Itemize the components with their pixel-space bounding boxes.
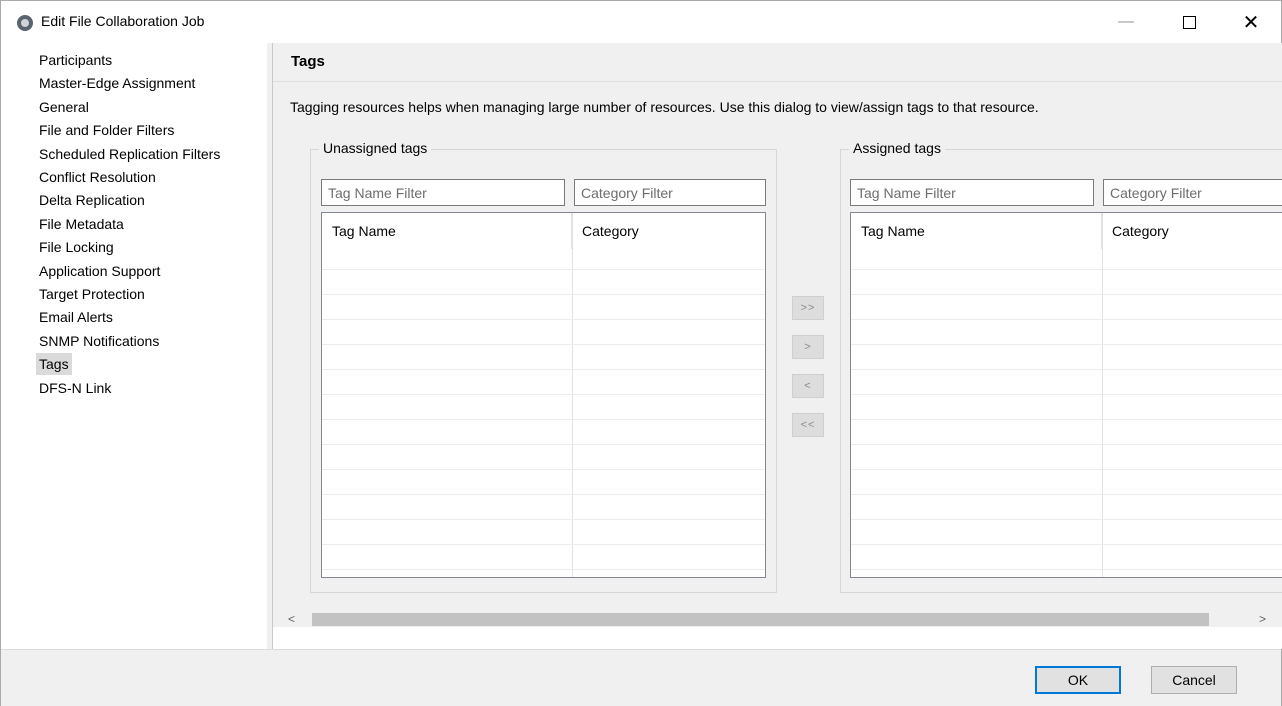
unassigned-tags-label: Unassigned tags: [319, 140, 432, 156]
unassigned-category-filter[interactable]: [574, 179, 766, 206]
unassigned-tag-name-filter[interactable]: [321, 179, 565, 206]
table-row: [322, 444, 765, 445]
sidebar-item-scheduled-replication-filters[interactable]: Scheduled Replication Filters: [36, 143, 223, 165]
add-tag-button[interactable]: >: [792, 335, 824, 359]
assigned-category-filter[interactable]: [1103, 179, 1282, 206]
horizontal-scrollbar[interactable]: < >: [273, 610, 1282, 627]
table-row: [851, 544, 1282, 545]
panel-description: Tagging resources helps when managing la…: [290, 99, 1039, 115]
ok-button[interactable]: OK: [1035, 666, 1121, 694]
table-row: [851, 419, 1282, 420]
table-row: [851, 344, 1282, 345]
sidebar-item-dfs-n-link[interactable]: DFS-N Link: [36, 377, 114, 399]
table-row: [851, 444, 1282, 445]
sidebar-item-email-alerts[interactable]: Email Alerts: [36, 306, 116, 328]
sidebar-item-tags[interactable]: Tags: [36, 353, 72, 375]
sidebar-item-target-protection[interactable]: Target Protection: [36, 283, 148, 305]
table-row: [322, 569, 765, 570]
add-all-tags-button[interactable]: >>: [792, 296, 824, 320]
title-bar: Edit File Collaboration Job — ✕: [1, 1, 1281, 43]
column-divider: [572, 213, 573, 577]
table-row: [322, 269, 765, 270]
app-logo-icon: [17, 15, 33, 31]
sidebar-item-file-locking[interactable]: File Locking: [36, 236, 117, 258]
table-row: [322, 494, 765, 495]
maximize-button[interactable]: [1167, 1, 1211, 43]
dialog-window: Edit File Collaboration Job — ✕ Particip…: [0, 0, 1282, 706]
sidebar-nav: Participants Master-Edge Assignment Gene…: [1, 43, 267, 649]
tags-panel: Tags Tagging resources helps when managi…: [272, 43, 1282, 649]
assigned-tags-label: Assigned tags: [849, 140, 945, 156]
maximize-icon: [1182, 15, 1196, 29]
panel-content: Tagging resources helps when managing la…: [273, 82, 1282, 610]
unassigned-col-category[interactable]: Category: [572, 213, 765, 249]
assigned-tags-table[interactable]: Tag Name Category: [850, 212, 1282, 578]
sidebar-item-master-edge-assignment[interactable]: Master-Edge Assignment: [36, 72, 198, 94]
minimize-icon: —: [1118, 13, 1134, 30]
table-row: [322, 469, 765, 470]
column-divider: [1102, 213, 1103, 577]
assigned-col-category[interactable]: Category: [1102, 213, 1282, 249]
sidebar-item-application-support[interactable]: Application Support: [36, 260, 163, 282]
minimize-button[interactable]: —: [1104, 1, 1148, 43]
panel-header: Tags: [273, 43, 1282, 82]
table-row: [851, 294, 1282, 295]
table-row: [851, 569, 1282, 570]
dialog-footer: OK Cancel: [1, 649, 1281, 706]
assigned-tag-name-filter[interactable]: [850, 179, 1094, 206]
table-row: [851, 394, 1282, 395]
close-button[interactable]: ✕: [1229, 1, 1273, 43]
table-row: [322, 519, 765, 520]
unassigned-tags-table[interactable]: Tag Name Category: [321, 212, 766, 578]
sidebar-item-delta-replication[interactable]: Delta Replication: [36, 189, 148, 211]
table-row: [851, 469, 1282, 470]
table-row: [851, 519, 1282, 520]
table-row: [322, 319, 765, 320]
close-icon: ✕: [1242, 11, 1260, 34]
remove-all-tags-button[interactable]: <<: [792, 413, 824, 437]
scroll-right-icon[interactable]: >: [1254, 610, 1271, 627]
sidebar-item-snmp-notifications[interactable]: SNMP Notifications: [36, 330, 162, 352]
table-row: [851, 369, 1282, 370]
sidebar-item-participants[interactable]: Participants: [36, 49, 115, 71]
table-row: [322, 369, 765, 370]
scroll-left-icon[interactable]: <: [283, 610, 300, 627]
table-row: [322, 394, 765, 395]
table-row: [322, 419, 765, 420]
sidebar-item-conflict-resolution[interactable]: Conflict Resolution: [36, 166, 159, 188]
scrollbar-thumb[interactable]: [312, 613, 1209, 626]
table-row: [322, 344, 765, 345]
window-title: Edit File Collaboration Job: [41, 13, 205, 29]
page-title: Tags: [291, 53, 325, 70]
table-row: [851, 269, 1282, 270]
table-row: [322, 544, 765, 545]
sidebar-item-file-metadata[interactable]: File Metadata: [36, 213, 127, 235]
remove-tag-button[interactable]: <: [792, 374, 824, 398]
table-row: [851, 319, 1282, 320]
sidebar-item-file-folder-filters[interactable]: File and Folder Filters: [36, 119, 177, 141]
table-row: [851, 494, 1282, 495]
sidebar-item-general[interactable]: General: [36, 96, 92, 118]
unassigned-col-tag-name[interactable]: Tag Name: [322, 213, 572, 249]
assigned-col-tag-name[interactable]: Tag Name: [851, 213, 1102, 249]
table-row: [322, 294, 765, 295]
cancel-button[interactable]: Cancel: [1151, 666, 1237, 694]
